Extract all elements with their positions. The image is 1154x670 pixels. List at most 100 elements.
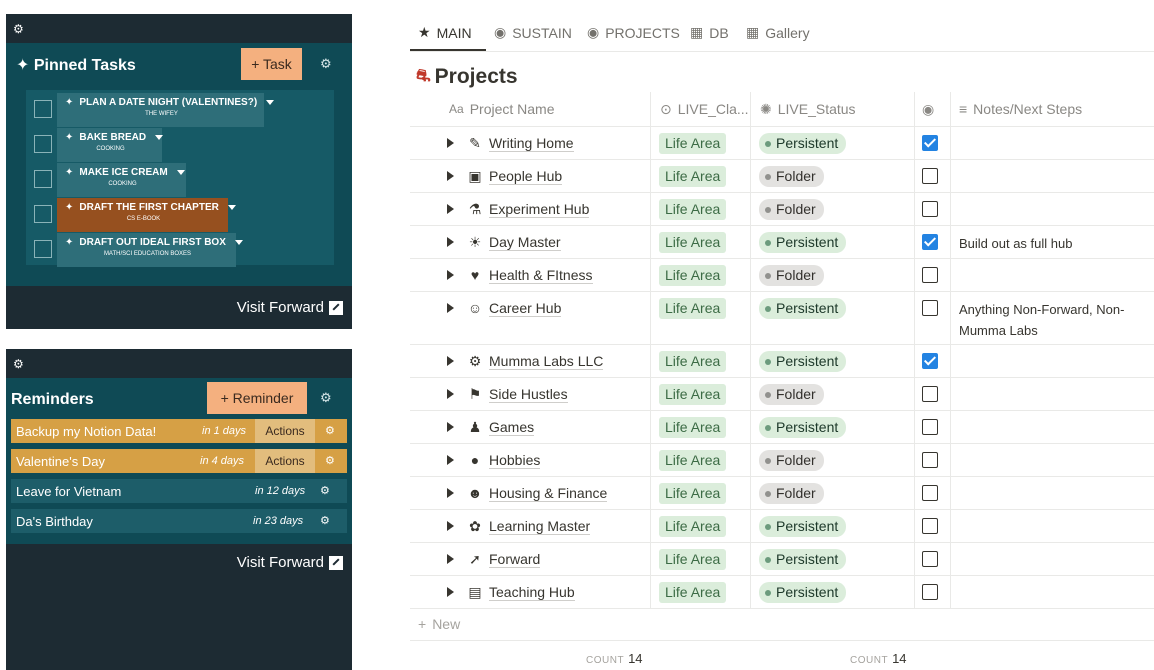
status-tag[interactable]: Persistent bbox=[759, 417, 847, 438]
notes-cell[interactable]: Build out as full hub bbox=[959, 233, 1154, 254]
status-tag[interactable]: Persistent bbox=[759, 232, 847, 253]
project-name-link[interactable]: Writing Home bbox=[489, 135, 574, 152]
chevron-down-icon[interactable] bbox=[176, 170, 185, 175]
status-tag[interactable]: Folder bbox=[759, 166, 824, 187]
status-tag[interactable]: Folder bbox=[759, 483, 824, 504]
table-row[interactable]: ⚙ Mumma Labs LLC Life Area Persistent bbox=[410, 345, 1154, 378]
chevron-down-icon[interactable] bbox=[227, 205, 236, 210]
life-area-tag[interactable]: Life Area bbox=[659, 133, 727, 154]
task-card[interactable]: ✦ DRAFT OUT IDEAL FIRST BOX MATH/SCI EDUC… bbox=[57, 233, 243, 267]
visible-checkbox[interactable] bbox=[922, 135, 938, 151]
project-name-link[interactable]: People Hub bbox=[489, 168, 563, 185]
task-card[interactable]: ✦ BAKE BREAD COOKING bbox=[57, 128, 164, 162]
table-row[interactable]: ⚗ Experiment Hub Life Area Folder bbox=[410, 193, 1154, 226]
life-area-tag[interactable]: Life Area bbox=[659, 516, 727, 537]
status-tag[interactable]: Persistent bbox=[759, 298, 847, 319]
project-name-link[interactable]: Hobbies bbox=[489, 452, 541, 469]
reminder-actions-button[interactable]: Actions bbox=[255, 419, 315, 443]
project-name-link[interactable]: Forward bbox=[489, 551, 541, 568]
visible-checkbox[interactable] bbox=[922, 168, 938, 184]
life-area-tag[interactable]: Life Area bbox=[659, 298, 727, 319]
status-tag[interactable]: Folder bbox=[759, 265, 824, 286]
chevron-down-icon[interactable] bbox=[234, 240, 243, 245]
table-row[interactable]: ✿ Learning Master Life Area Persistent bbox=[410, 510, 1154, 543]
table-row[interactable]: ▣ People Hub Life Area Folder bbox=[410, 160, 1154, 193]
table-row[interactable]: ☺ Career Hub Life Area Persistent Anything N… bbox=[410, 292, 1154, 345]
project-name-link[interactable]: Games bbox=[489, 419, 535, 436]
gear-icon[interactable]: ⚙ bbox=[325, 424, 335, 437]
visit-forward-link[interactable]: Visit Forward bbox=[237, 554, 343, 571]
task-checkbox[interactable] bbox=[34, 135, 52, 153]
life-area-tag[interactable]: Life Area bbox=[659, 384, 727, 405]
project-name-link[interactable]: Day Master bbox=[489, 234, 561, 251]
life-area-tag[interactable]: Life Area bbox=[659, 450, 727, 471]
gear-icon[interactable]: ⚙ bbox=[325, 454, 335, 467]
tab-gallery[interactable]: ▦ Gallery bbox=[746, 24, 810, 41]
add-reminder-button[interactable]: + Reminder bbox=[207, 382, 307, 414]
life-area-tag[interactable]: Life Area bbox=[659, 351, 727, 372]
table-row[interactable]: ☻ Housing & Finance Life Area Folder bbox=[410, 477, 1154, 510]
toggle-triangle-icon[interactable] bbox=[447, 138, 454, 148]
status-tag[interactable]: Persistent bbox=[759, 549, 847, 570]
column-header-name[interactable]: Aa Project Name bbox=[449, 92, 555, 126]
visible-checkbox[interactable] bbox=[922, 353, 938, 369]
table-row[interactable]: ⚑ Side Hustles Life Area Folder bbox=[410, 378, 1154, 411]
life-area-tag[interactable]: Life Area bbox=[659, 417, 727, 438]
life-area-tag[interactable]: Life Area bbox=[659, 199, 727, 220]
column-header-status[interactable]: ✺ LIVE_Status bbox=[760, 92, 856, 126]
status-tag[interactable]: Folder bbox=[759, 450, 824, 471]
toggle-triangle-icon[interactable] bbox=[447, 204, 454, 214]
gear-icon[interactable]: ⚙ bbox=[320, 514, 330, 527]
gear-icon[interactable]: ⚙ bbox=[320, 56, 332, 72]
toggle-triangle-icon[interactable] bbox=[447, 422, 454, 432]
visible-checkbox[interactable] bbox=[922, 518, 938, 534]
column-header-class[interactable]: ⊙ LIVE_Cla... bbox=[660, 92, 749, 126]
widget-settings-icon[interactable]: ⚙ bbox=[13, 357, 24, 371]
visible-checkbox[interactable] bbox=[922, 551, 938, 567]
reminder-row[interactable]: Da's Birthday in 23 days ⚙ bbox=[11, 509, 347, 533]
project-name-link[interactable]: Learning Master bbox=[489, 518, 591, 535]
life-area-tag[interactable]: Life Area bbox=[659, 166, 727, 187]
task-checkbox[interactable] bbox=[34, 240, 52, 258]
status-tag[interactable]: Folder bbox=[759, 199, 824, 220]
table-row[interactable]: ♥ Health & FItness Life Area Folder bbox=[410, 259, 1154, 292]
tab-projects[interactable]: ◉ PROJECTS bbox=[587, 24, 680, 41]
table-row[interactable]: ☀ Day Master Life Area Persistent Build out … bbox=[410, 226, 1154, 259]
status-tag[interactable]: Persistent bbox=[759, 516, 847, 537]
project-name-link[interactable]: Health & FItness bbox=[489, 267, 593, 284]
notes-cell[interactable]: Anything Non-Forward, Non-Mumma Labs bbox=[959, 299, 1154, 341]
visible-checkbox[interactable] bbox=[922, 452, 938, 468]
project-name-link[interactable]: Teaching Hub bbox=[489, 584, 575, 601]
toggle-triangle-icon[interactable] bbox=[447, 356, 454, 366]
toggle-triangle-icon[interactable] bbox=[447, 389, 454, 399]
table-row[interactable]: ✎ Writing Home Life Area Persistent bbox=[410, 127, 1154, 160]
status-tag[interactable]: Persistent bbox=[759, 582, 847, 603]
name-count[interactable]: COUNT 14 bbox=[586, 651, 643, 666]
reminder-actions-button[interactable]: Actions bbox=[255, 449, 315, 473]
toggle-triangle-icon[interactable] bbox=[447, 171, 454, 181]
visible-checkbox[interactable] bbox=[922, 386, 938, 402]
toggle-triangle-icon[interactable] bbox=[447, 587, 454, 597]
task-card[interactable]: ✦ PLAN A DATE NIGHT (VALENTINES?) THE WIF… bbox=[57, 93, 275, 127]
task-checkbox[interactable] bbox=[34, 205, 52, 223]
visit-forward-link[interactable]: Visit Forward bbox=[237, 299, 343, 316]
toggle-triangle-icon[interactable] bbox=[447, 521, 454, 531]
tab-main[interactable]: ★ MAIN bbox=[418, 24, 472, 41]
table-row[interactable]: ● Hobbies Life Area Folder bbox=[410, 444, 1154, 477]
toggle-triangle-icon[interactable] bbox=[447, 270, 454, 280]
toggle-triangle-icon[interactable] bbox=[447, 303, 454, 313]
gear-icon[interactable]: ⚙ bbox=[320, 390, 332, 406]
life-area-tag[interactable]: Life Area bbox=[659, 265, 727, 286]
life-area-tag[interactable]: Life Area bbox=[659, 483, 727, 504]
task-checkbox[interactable] bbox=[34, 100, 52, 118]
status-tag[interactable]: Folder bbox=[759, 384, 824, 405]
visible-checkbox[interactable] bbox=[922, 485, 938, 501]
project-name-link[interactable]: Side Hustles bbox=[489, 386, 568, 403]
visible-checkbox[interactable] bbox=[922, 419, 938, 435]
toggle-triangle-icon[interactable] bbox=[447, 488, 454, 498]
visible-checkbox[interactable] bbox=[922, 201, 938, 217]
task-card[interactable]: ✦ MAKE ICE CREAM COOKING bbox=[57, 163, 186, 197]
task-checkbox[interactable] bbox=[34, 170, 52, 188]
widget-settings-icon[interactable]: ⚙ bbox=[13, 22, 24, 36]
toggle-triangle-icon[interactable] bbox=[447, 455, 454, 465]
